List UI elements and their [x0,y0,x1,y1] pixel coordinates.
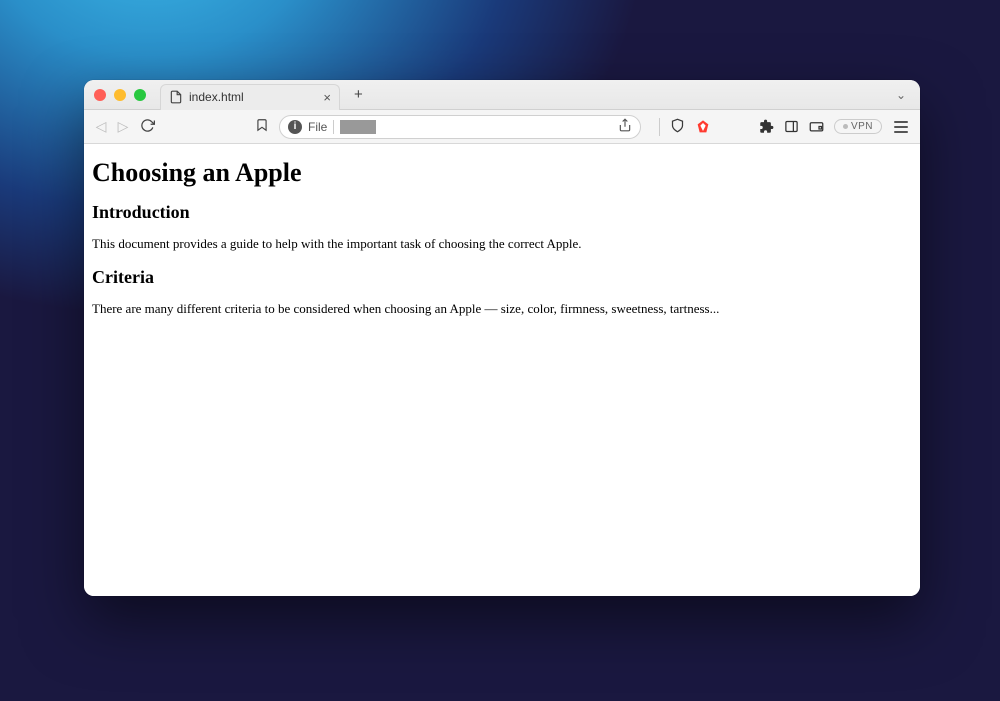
vpn-label: VPN [851,121,873,132]
browser-tab[interactable]: index.html × [160,84,340,110]
page-content: Choosing an Apple Introduction This docu… [84,144,920,596]
extensions-icon[interactable] [759,119,774,134]
new-tab-button[interactable]: + [348,84,369,105]
site-info-icon[interactable]: i [288,120,302,134]
minimize-window-button[interactable] [114,89,126,101]
shield-icon[interactable] [670,118,685,136]
separator [659,118,660,136]
url-redacted [340,120,376,134]
address-bar[interactable]: i File [279,115,641,139]
tab-title: index.html [189,90,244,104]
back-button[interactable]: ◁ [94,118,108,135]
vpn-button[interactable]: VPN [834,119,882,134]
window-controls [94,89,146,101]
nav-arrows: ◁ ▷ [94,118,130,135]
reload-button[interactable] [140,118,155,136]
toolbar: ◁ ▷ i File [84,110,920,144]
url-scheme: File [308,120,327,134]
close-window-button[interactable] [94,89,106,101]
paragraph-introduction: This document provides a guide to help w… [92,235,912,253]
section-heading-criteria: Criteria [92,267,912,288]
menu-button[interactable] [892,119,910,135]
brave-rewards-icon[interactable] [695,118,711,136]
maximize-window-button[interactable] [134,89,146,101]
titlebar: index.html × + ⌄ [84,80,920,110]
close-tab-icon[interactable]: × [323,90,331,105]
sidebar-panel-icon[interactable] [784,119,799,134]
page-heading: Choosing an Apple [92,158,912,188]
share-icon[interactable] [618,118,632,135]
browser-window: index.html × + ⌄ ◁ ▷ i File [84,80,920,596]
toolbar-right: VPN [659,118,910,136]
section-heading-introduction: Introduction [92,202,912,223]
chevron-down-icon[interactable]: ⌄ [892,84,910,106]
file-icon [169,90,183,104]
bookmark-icon[interactable] [255,118,269,135]
separator [333,120,334,134]
vpn-status-dot [843,124,848,129]
wallet-icon[interactable] [809,119,824,134]
forward-button[interactable]: ▷ [116,118,130,135]
paragraph-criteria: There are many different criteria to be … [92,300,912,318]
tab-strip: index.html × + [160,80,369,109]
